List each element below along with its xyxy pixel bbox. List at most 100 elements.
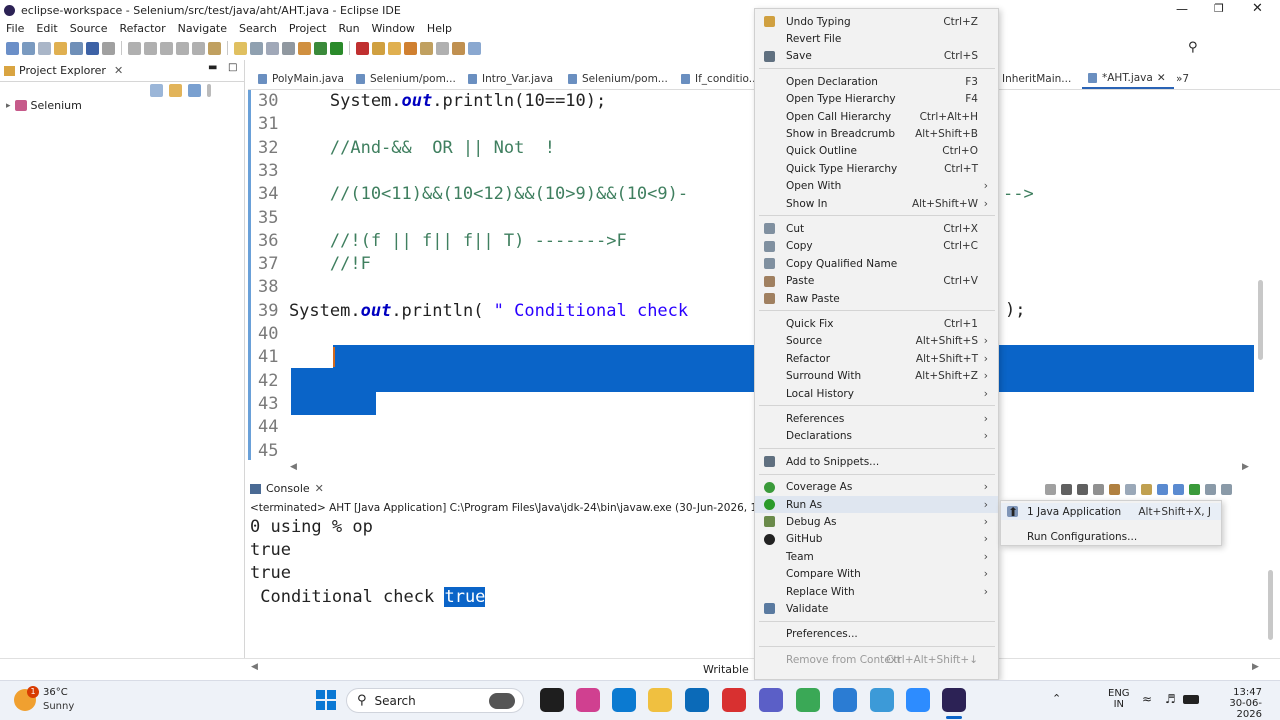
wifi-icon[interactable]: ≈ (1142, 692, 1152, 706)
battery-icon[interactable] (1183, 695, 1199, 704)
console-toolbar-icon[interactable] (1221, 484, 1232, 495)
console-toolbar-icon[interactable] (1189, 484, 1200, 495)
zoom-icon[interactable] (906, 688, 930, 712)
tree-item-selenium[interactable]: ▸ Selenium (6, 99, 82, 112)
menu-navigate[interactable]: Navigate (172, 22, 233, 35)
toolbar-button-icon[interactable] (314, 41, 327, 55)
submenu-item-java-application[interactable]: 1 Java Application Alt+Shift+X, J (1001, 503, 1221, 520)
minimize-icon[interactable]: — (1176, 2, 1188, 16)
submenu-item-run-configurations[interactable]: Run Configurations... (1001, 528, 1221, 545)
menu-item-declarations[interactable]: Declarations › (755, 428, 998, 445)
menu-file[interactable]: File (0, 22, 30, 35)
toolbar-button-icon[interactable] (160, 41, 173, 55)
menu-item-open-call-hierarchy[interactable]: Open Call Hierarchy Ctrl+Alt+H (755, 108, 998, 125)
toolbar-button-icon[interactable] (468, 41, 481, 55)
menu-item-undo-typing[interactable]: Undo Typing Ctrl+Z (755, 13, 998, 30)
editor-tab[interactable]: »7 (1170, 68, 1197, 89)
menu-item-team[interactable]: Team › (755, 548, 998, 565)
taskbar-search[interactable]: ⚲ Search (346, 688, 524, 713)
toolbar-button-icon[interactable] (298, 41, 311, 55)
filter-icon[interactable] (188, 84, 201, 97)
menu-item-surround-with[interactable]: Surround With Alt+Shift+Z › (755, 368, 998, 385)
menu-item-preferences[interactable]: Preferences... (755, 626, 998, 643)
toolbar-button-icon[interactable] (250, 41, 263, 55)
console-toolbar-icon[interactable] (1205, 484, 1216, 495)
windows-start-icon[interactable] (316, 690, 336, 710)
view-menu-icon[interactable] (207, 84, 211, 97)
collapse-all-icon[interactable] (150, 84, 163, 97)
console-toolbar-icon[interactable] (1157, 484, 1168, 495)
toolbar-button-icon[interactable] (6, 41, 19, 55)
menu-item-paste[interactable]: Paste Ctrl+V (755, 273, 998, 290)
menu-item-revert-file[interactable]: Revert File (755, 30, 998, 47)
teams-icon[interactable] (759, 688, 783, 712)
toolbar-button-icon[interactable] (54, 41, 67, 55)
menu-item-coverage-as[interactable]: Coverage As › (755, 479, 998, 496)
toolbar-button-icon[interactable] (372, 41, 385, 55)
maximize-icon[interactable]: ❐ (1214, 2, 1224, 15)
menu-item-local-history[interactable]: Local History › (755, 385, 998, 402)
menu-item-open-declaration[interactable]: Open Declaration F3 (755, 73, 998, 90)
console-toolbar-icon[interactable] (1061, 484, 1072, 495)
edge-icon[interactable] (612, 688, 636, 712)
editor-tab[interactable]: Intro_Var.java (462, 68, 561, 89)
menu-item-replace-with[interactable]: Replace With › (755, 583, 998, 600)
menu-project[interactable]: Project (283, 22, 333, 35)
console-scrollbar[interactable] (1268, 570, 1273, 640)
code-line[interactable]: //!(f || f|| f|| T) ------->F (248, 231, 627, 251)
scroll-left-icon[interactable]: ◀ (251, 662, 258, 672)
code-line[interactable]: //(10<11)&&(10<12)&&(10>9)&&(10<9)- (248, 184, 688, 204)
menu-item-show-in-breadcrumb[interactable]: Show in Breadcrumb Alt+Shift+B (755, 125, 998, 142)
close-icon[interactable]: ✕ (1252, 1, 1263, 16)
toolbar-button-icon[interactable] (330, 41, 343, 55)
console-tab[interactable]: Console ✕ (250, 482, 324, 495)
toolbar-button-icon[interactable] (128, 41, 141, 55)
toolbar-button-icon[interactable] (452, 41, 465, 55)
close-tab-icon[interactable]: ✕ (315, 482, 324, 495)
volume-icon[interactable]: ♬ (1165, 692, 1176, 706)
toolbar-button-icon[interactable] (22, 41, 35, 55)
toolbar-button-icon[interactable] (38, 41, 51, 55)
code-line[interactable]: System.out.println(10==10); (248, 91, 606, 111)
toolbar-button-icon[interactable] (208, 41, 221, 55)
menu-item-raw-paste[interactable]: Raw Paste (755, 290, 998, 307)
code-line[interactable]: //!F (248, 254, 371, 274)
toolbar-button-icon[interactable] (420, 41, 433, 55)
close-tab-icon[interactable]: ✕ (1157, 72, 1166, 84)
toolbar-button-icon[interactable] (144, 41, 157, 55)
menu-window[interactable]: Window (366, 22, 421, 35)
console-toolbar-icon[interactable] (1125, 484, 1136, 495)
toolbar-button-icon[interactable] (70, 41, 83, 55)
scroll-right-icon[interactable]: ▶ (1252, 662, 1259, 672)
menu-item-references[interactable]: References › (755, 410, 998, 427)
console-toolbar-icon[interactable] (1045, 484, 1056, 495)
menu-item-source[interactable]: Source Alt+Shift+S › (755, 333, 998, 350)
menu-item-open-type-hierarchy[interactable]: Open Type Hierarchy F4 (755, 91, 998, 108)
editor-scrollbar[interactable] (1258, 280, 1263, 360)
editor-tab[interactable]: Selenium/pom... (350, 68, 464, 89)
menu-edit[interactable]: Edit (30, 22, 63, 35)
toolbar-button-icon[interactable] (356, 41, 369, 55)
scroll-left-icon[interactable]: ◀ (290, 462, 297, 472)
maximize-view-icon[interactable]: □ (228, 62, 237, 73)
menu-item-copy[interactable]: Copy Ctrl+C (755, 238, 998, 255)
menu-refactor[interactable]: Refactor (114, 22, 172, 35)
file-explorer-icon[interactable] (648, 688, 672, 712)
menu-source[interactable]: Source (64, 22, 114, 35)
menu-search[interactable]: Search (233, 22, 283, 35)
chevron-up-icon[interactable]: ⌃ (1052, 692, 1061, 705)
vscode-icon[interactable] (870, 688, 894, 712)
toolbar-button-icon[interactable] (234, 41, 247, 55)
menu-item-copy-qualified-name[interactable]: Copy Qualified Name (755, 255, 998, 272)
menu-run[interactable]: Run (332, 22, 365, 35)
editor-tab[interactable]: Selenium/pom... (562, 68, 676, 89)
console-toolbar-icon[interactable] (1077, 484, 1088, 495)
console-toolbar-icon[interactable] (1173, 484, 1184, 495)
clock[interactable]: 13:47 30-06-2026 (1210, 687, 1262, 720)
menu-item-show-in[interactable]: Show In Alt+Shift+W › (755, 195, 998, 212)
language-indicator[interactable]: ENG IN (1108, 688, 1130, 710)
file-explorer-black-icon[interactable] (540, 688, 564, 712)
console-toolbar-icon[interactable] (1141, 484, 1152, 495)
close-tab-icon[interactable]: ✕ (114, 64, 123, 77)
toolbar-button-icon[interactable] (388, 41, 401, 55)
